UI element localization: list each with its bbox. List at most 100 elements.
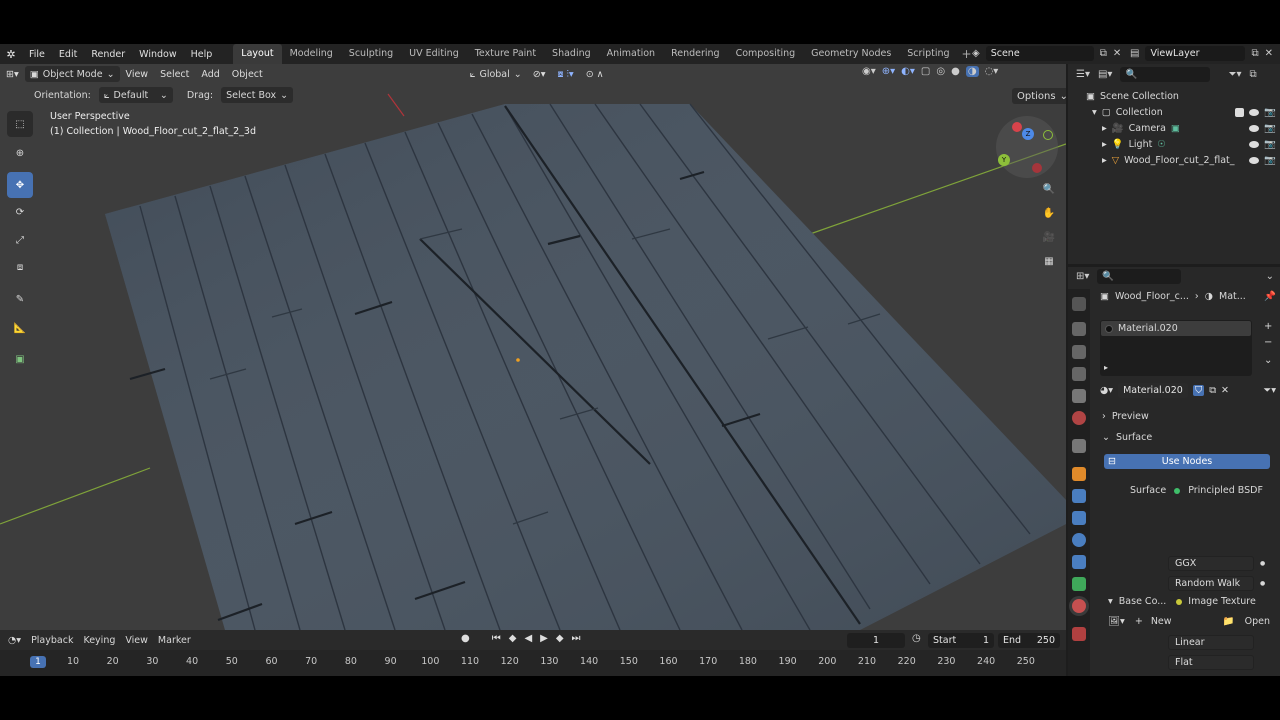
menu-help[interactable]: Help (184, 49, 220, 60)
snap-icon[interactable]: ⧇ ⫶▾ (551, 69, 579, 80)
material-name-field[interactable]: Material.020 (1118, 383, 1189, 398)
zoom-icon[interactable]: 🔍 (1038, 178, 1060, 200)
prev-keyframe-icon[interactable]: ◆ (509, 633, 517, 644)
wireframe-shading-icon[interactable]: ◎ (936, 66, 945, 77)
measure-tool-icon[interactable]: 📐 (7, 315, 33, 341)
menu-edit[interactable]: Edit (52, 49, 84, 60)
duplicate-material-icon[interactable]: ⧉ (1209, 385, 1216, 396)
tab-modeling[interactable]: Modeling (282, 44, 341, 64)
subsurface-method-dropdown[interactable]: Random Walk (1168, 576, 1254, 591)
filter-icon[interactable]: ⏷▾ (1264, 385, 1276, 396)
start-frame-field[interactable]: Start 1 (928, 633, 994, 648)
rotate-tool-icon[interactable]: ⟳ (7, 199, 33, 225)
expand-icon[interactable]: ▾ (1108, 596, 1113, 607)
material-shading-icon[interactable]: ◑ (965, 66, 979, 77)
material-browse-icon[interactable]: ◕▾ (1100, 385, 1113, 396)
view-layer-field[interactable]: ViewLayer (1145, 46, 1246, 61)
filter-icon[interactable]: ⏷▾ (1228, 69, 1241, 80)
tab-shading[interactable]: Shading (544, 44, 599, 64)
chevron-down-icon[interactable]: ⌄ (1266, 271, 1280, 282)
fake-user-icon[interactable]: ⛉ (1193, 385, 1205, 396)
use-nodes-button[interactable]: ⊟ Use Nodes (1104, 454, 1270, 469)
interpolation-dropdown[interactable]: Linear (1168, 635, 1254, 650)
material-slot-item[interactable]: Material.020 (1101, 321, 1251, 336)
surface-shader-field[interactable]: Principled BSDF (1188, 485, 1263, 496)
material-tab-icon[interactable] (1072, 599, 1086, 613)
jump-end-icon[interactable]: ⏭ (572, 633, 581, 644)
distribution-dropdown[interactable]: GGX (1168, 556, 1254, 571)
pin-icon[interactable]: 📌 (1264, 291, 1276, 302)
tab-rendering[interactable]: Rendering (663, 44, 728, 64)
camera-render-icon[interactable]: 📷 (1264, 155, 1276, 166)
scene-field[interactable]: Scene (985, 46, 1094, 61)
menu-keying[interactable]: Keying (83, 635, 115, 646)
transform-orientation-dropdown[interactable]: ⟀ Global ⌄ (465, 66, 527, 82)
scale-tool-icon[interactable]: ⤢ (7, 227, 33, 253)
scene-tab-icon[interactable] (1072, 389, 1086, 403)
3d-viewport[interactable]: ⊞▾ ▣ Object Mode ⌄ View Select Add Objec… (0, 64, 1066, 630)
drag-dropdown[interactable]: Select Box ⌄ (221, 87, 294, 103)
expand-icon[interactable]: ▸ (1102, 155, 1107, 166)
expand-icon[interactable]: ▾ (1092, 107, 1097, 118)
visibility-icon[interactable]: ◉▾ (862, 66, 876, 77)
current-frame-field[interactable]: 1 (847, 633, 905, 648)
open-image-button[interactable]: 📁 Open (1223, 616, 1270, 627)
cursor-tool-icon[interactable]: ⊕ (7, 140, 33, 166)
solid-shading-icon[interactable]: ● (951, 66, 960, 77)
tool-tab-icon[interactable] (1072, 297, 1086, 311)
frame-indicator[interactable]: 1 (30, 656, 46, 668)
properties-search-input[interactable]: 🔍 (1097, 268, 1182, 284)
move-tool-icon[interactable]: ✥ (7, 172, 33, 198)
tab-uv-editing[interactable]: UV Editing (401, 44, 467, 64)
new-view-layer-icon[interactable]: ⧉ (1251, 48, 1258, 59)
new-scene-icon[interactable]: ⧉ (1100, 48, 1107, 59)
gizmo-z-axis-icon[interactable]: Z (1022, 128, 1034, 140)
collection-tab-icon[interactable] (1072, 439, 1086, 453)
mode-dropdown[interactable]: ▣ Object Mode ⌄ (24, 66, 120, 82)
add-slot-icon[interactable]: + (1264, 321, 1272, 332)
record-icon[interactable]: ● (461, 633, 470, 644)
object-tab-icon[interactable] (1072, 467, 1086, 481)
surface-section-header[interactable]: ⌄ Surface (1102, 432, 1152, 443)
navigation-gizmo[interactable] (996, 116, 1058, 178)
clock-icon[interactable]: ◷ (912, 633, 921, 644)
menu-file[interactable]: File (22, 49, 52, 60)
pivot-icon[interactable]: ⊘▾ (527, 69, 552, 80)
gizmo-neg-y-icon[interactable] (1043, 130, 1053, 140)
delete-view-layer-icon[interactable]: ✕ (1265, 48, 1273, 59)
world-tab-icon[interactable] (1072, 411, 1086, 425)
editor-type-icon[interactable]: ⊞▾ (0, 69, 25, 80)
outliner-row-wood-floor[interactable]: ▸ ▽ Wood_Floor_cut_2_flat_ 📷 (1102, 155, 1276, 166)
collection-checkbox[interactable] (1235, 108, 1245, 117)
eye-icon[interactable] (1249, 125, 1260, 132)
outliner-row-scene-collection[interactable]: ▣ Scene Collection (1086, 91, 1179, 102)
play-reverse-icon[interactable]: ◀ (524, 633, 532, 644)
camera-render-icon[interactable]: 📷 (1264, 123, 1276, 134)
camera-render-icon[interactable]: 📷 (1264, 139, 1276, 150)
editor-type-icon[interactable]: ⊞▾ (1076, 271, 1089, 282)
proportional-edit-icon[interactable]: ⊙ ∧ (580, 69, 610, 80)
expand-icon[interactable]: ▸ (1102, 123, 1107, 134)
menu-playback[interactable]: Playback (31, 635, 73, 646)
select-box-tool-icon[interactable]: ⬚ (7, 111, 33, 137)
outliner-row-camera[interactable]: ▸ 🎥 Camera ▣ 📷 (1102, 123, 1276, 134)
view-layer-selector[interactable]: ▤ ViewLayer ⧉ ✕ (1130, 46, 1273, 61)
blender-logo-icon[interactable]: ✲ (0, 48, 22, 61)
camera-view-icon[interactable]: 🎥 (1038, 226, 1060, 248)
preview-section-header[interactable]: › Preview (1102, 411, 1149, 422)
tab-layout[interactable]: Layout (233, 44, 282, 64)
menu-view[interactable]: View (120, 69, 155, 80)
end-frame-field[interactable]: End 250 (998, 633, 1060, 648)
image-browse-icon[interactable]: 🖼▾ (1108, 616, 1125, 627)
texture-tab-icon[interactable] (1072, 627, 1086, 641)
options-dropdown[interactable]: Options ⌄ (1012, 88, 1066, 104)
camera-render-icon[interactable]: 📷 (1264, 107, 1276, 118)
annotate-tool-icon[interactable]: ✎ (7, 286, 33, 312)
tab-geometry-nodes[interactable]: Geometry Nodes (803, 44, 899, 64)
next-keyframe-icon[interactable]: ◆ (556, 633, 564, 644)
slot-menu-icon[interactable]: ⌄ (1264, 355, 1272, 366)
menu-render[interactable]: Render (84, 49, 132, 60)
menu-select[interactable]: Select (154, 69, 195, 80)
add-cube-tool-icon[interactable]: ▣ (7, 346, 33, 372)
expand-slot-icon[interactable]: ▸ (1104, 363, 1108, 372)
